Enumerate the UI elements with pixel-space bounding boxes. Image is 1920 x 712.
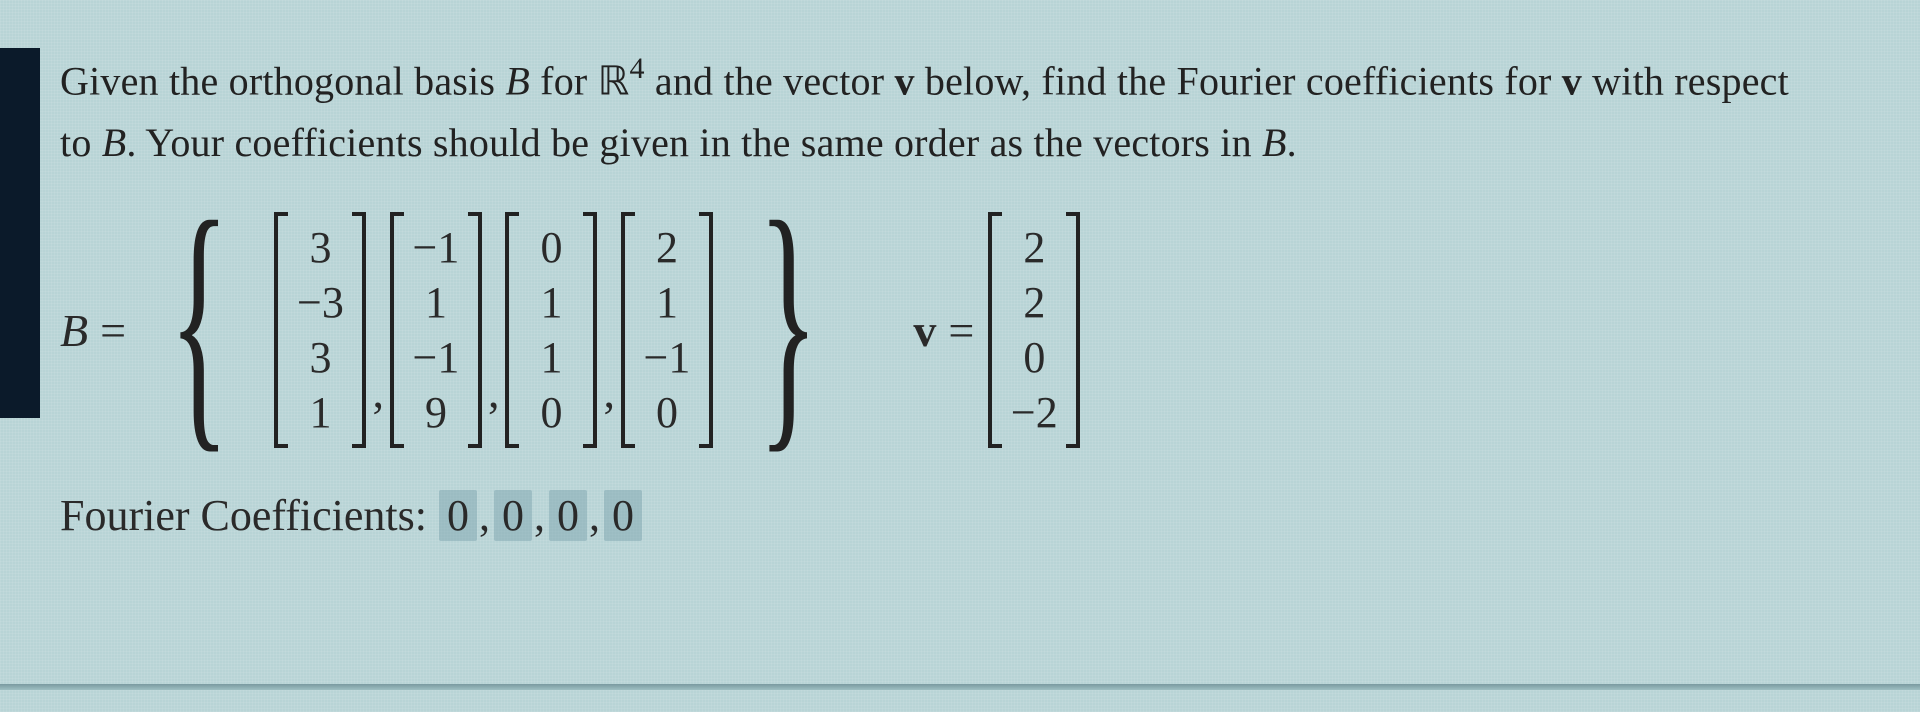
vector-entry: 3 <box>296 330 344 385</box>
coefficient-input-1[interactable]: 0 <box>439 490 477 541</box>
comma-separator: , <box>488 365 500 448</box>
problem-content: Given the orthogonal basis B for ℝ4 and … <box>0 0 1920 571</box>
basis-vector-list: 3 −3 3 1 , −1 1 −1 9 <box>266 212 721 448</box>
left-bracket-icon <box>615 212 635 448</box>
comma-separator: , <box>372 365 384 448</box>
vector-entry: −1 <box>643 330 691 385</box>
right-bracket-icon <box>468 212 488 448</box>
coefficient-input-2[interactable]: 0 <box>494 490 532 541</box>
exponent: 4 <box>630 52 645 85</box>
vector-entry: 1 <box>643 275 691 330</box>
real-symbol: ℝ <box>598 58 630 103</box>
prompt-text: below, find the Fourier coefficients for <box>915 58 1562 103</box>
vector-entry: 2 <box>643 220 691 275</box>
basis-vector-4: 2 1 −1 0 <box>615 212 719 448</box>
equals-sign: = <box>100 304 126 357</box>
basis-vector-3: 0 1 1 0 <box>499 212 603 448</box>
vector-symbol: v <box>1562 58 1582 103</box>
left-bracket-icon <box>268 212 288 448</box>
vector-entry: 2 <box>1010 220 1058 275</box>
prompt-text: and the vector <box>645 58 895 103</box>
left-bracket-icon <box>499 212 519 448</box>
target-vector: 2 2 0 −2 <box>982 212 1086 448</box>
vector-entry: 1 <box>527 275 575 330</box>
left-bracket-icon <box>982 212 1002 448</box>
vector-entry: −1 <box>412 330 460 385</box>
vector-entry: 0 <box>527 385 575 440</box>
vector-entry: 9 <box>412 385 460 440</box>
vector-entry: 1 <box>412 275 460 330</box>
math-row: B = { 3 −3 3 1 , <box>60 212 1860 448</box>
prompt-text: . Your coefficients should be given in t… <box>126 120 1262 165</box>
answer-label: Fourier Coefficients: <box>60 490 427 541</box>
vector-entry: −2 <box>1010 385 1058 440</box>
vector-entry: 1 <box>296 385 344 440</box>
left-brace-icon: { <box>169 215 229 425</box>
basis-definition: B = { 3 −3 3 1 , <box>60 212 855 448</box>
comma-separator: , <box>589 490 600 541</box>
coefficient-list: 0, 0, 0, 0 <box>439 490 642 541</box>
basis-symbol: B <box>505 58 530 103</box>
basis-symbol: B <box>102 120 127 165</box>
prompt-text: . <box>1287 120 1297 165</box>
vector-entry: 0 <box>1010 330 1058 385</box>
vector-symbol: v <box>894 58 914 103</box>
right-bracket-icon <box>352 212 372 448</box>
right-bracket-icon <box>699 212 719 448</box>
basis-vector-2: −1 1 −1 9 <box>384 212 488 448</box>
prompt-text: to <box>60 120 102 165</box>
prompt-paragraph: Given the orthogonal basis B for ℝ4 and … <box>60 48 1860 174</box>
left-bracket-icon <box>384 212 404 448</box>
right-bracket-icon <box>583 212 603 448</box>
coefficient-input-4[interactable]: 0 <box>604 490 642 541</box>
vector-entry: 2 <box>1010 275 1058 330</box>
equals-sign: = <box>948 304 974 357</box>
right-brace-icon: } <box>758 215 818 425</box>
vector-entry: −1 <box>412 220 460 275</box>
vector-entry: 1 <box>527 330 575 385</box>
coefficient-input-3[interactable]: 0 <box>549 490 587 541</box>
vector-entry: −3 <box>296 275 344 330</box>
comma-separator: , <box>534 490 545 541</box>
answer-row: Fourier Coefficients: 0, 0, 0, 0 <box>60 490 1860 541</box>
basis-symbol: B <box>1262 120 1287 165</box>
basis-label: B <box>60 304 88 357</box>
divider <box>0 684 1920 690</box>
comma-separator: , <box>603 365 615 448</box>
vector-definition: v = 2 2 0 −2 <box>913 212 1088 448</box>
basis-vector-1: 3 −3 3 1 <box>268 212 372 448</box>
right-bracket-icon <box>1066 212 1086 448</box>
vector-label: v <box>913 304 936 357</box>
vector-entry: 0 <box>527 220 575 275</box>
prompt-text: for <box>530 58 598 103</box>
vector-entry: 0 <box>643 385 691 440</box>
comma-separator: , <box>479 490 490 541</box>
prompt-text: with respect <box>1582 58 1789 103</box>
vector-entry: 3 <box>296 220 344 275</box>
prompt-text: Given the orthogonal basis <box>60 58 505 103</box>
